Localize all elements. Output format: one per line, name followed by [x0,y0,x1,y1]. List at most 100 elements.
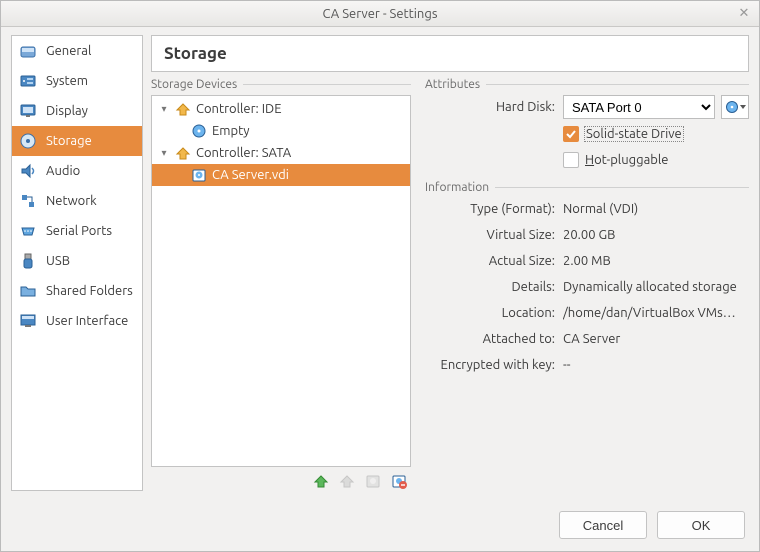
chevron-down-icon: ▾ [158,103,170,115]
page-title: Storage [151,35,749,72]
category-list: General System Display Storage [11,35,143,491]
info-value: -- [563,358,749,372]
attributes-label: Attributes [425,78,749,91]
main-panel: Storage Storage Devices ▾ Co [151,35,749,491]
info-value: 2.00 MB [563,254,749,268]
tree-label: Empty [212,124,250,138]
attributes-column: Attributes Hard Disk: SATA Port 0 [425,78,749,491]
add-controller-button[interactable] [311,471,331,491]
hard-disk-label: Hard Disk: [425,100,563,114]
category-label: Shared Folders [46,284,133,298]
category-display[interactable]: Display [12,96,142,126]
window-title: CA Server - Settings [323,7,438,21]
controller-ide[interactable]: ▾ Controller: IDE [152,98,410,120]
category-usb[interactable]: USB [12,246,142,276]
info-location-row: Location: /home/dan/VirtualBox VMs… [425,302,749,324]
info-label: Attached to: [425,332,563,346]
ssd-label[interactable]: Solid-state Drive [585,127,683,141]
hotplug-row: Hot-pluggable [425,149,749,171]
hotplug-label[interactable]: Hot-pluggable [585,153,668,167]
tree-label: Controller: IDE [196,102,282,116]
info-label: Virtual Size: [425,228,563,242]
category-network[interactable]: Network [12,186,142,216]
category-label: System [46,74,88,88]
info-details-row: Details: Dynamically allocated storage [425,276,749,298]
info-actualsize-row: Actual Size: 2.00 MB [425,250,749,272]
tree-label: CA Server.vdi [212,168,289,182]
info-label: Actual Size: [425,254,563,268]
category-label: User Interface [46,314,128,328]
serial-icon [18,221,38,241]
remove-attachment-button[interactable] [389,471,409,491]
storage-toolbar [151,467,411,491]
divider [486,84,749,85]
category-label: Display [46,104,88,118]
category-audio[interactable]: Audio [12,156,142,186]
storage-tree[interactable]: ▾ Controller: IDE Empty [151,95,411,467]
title-bar: CA Server - Settings ✕ [1,1,759,27]
category-label: USB [46,254,70,268]
media-empty[interactable]: Empty [152,120,410,142]
category-system[interactable]: System [12,66,142,96]
audio-icon [18,161,38,181]
category-label: Serial Ports [46,224,112,238]
info-value: 20.00 GB [563,228,749,242]
info-value: CA Server [563,332,749,346]
info-value: Normal (VDI) [563,202,749,216]
ssd-checkbox[interactable] [563,126,579,142]
cancel-button[interactable]: Cancel [559,511,647,539]
storage-icon [18,131,38,151]
info-type-row: Type (Format): Normal (VDI) [425,198,749,220]
category-label: Storage [46,134,92,148]
controller-sata[interactable]: ▾ Controller: SATA [152,142,410,164]
usb-icon [18,251,38,271]
info-label: Encrypted with key: [425,358,563,372]
disc-icon [190,122,208,140]
category-sharedfolders[interactable]: Shared Folders [12,276,142,306]
controller-icon [174,144,192,162]
group-label-text: Information [425,181,489,194]
category-label: Audio [46,164,80,178]
info-encrypted-row: Encrypted with key: -- [425,354,749,376]
storage-devices-column: Storage Devices ▾ Controller: IDE [151,78,411,491]
harddisk-icon [190,166,208,184]
network-icon [18,191,38,211]
divider [243,84,411,85]
category-serialports[interactable]: Serial Ports [12,216,142,246]
system-icon [18,71,38,91]
dialog-footer: Cancel OK [1,501,759,551]
settings-window: CA Server - Settings ✕ General System [0,0,760,552]
info-virtualsize-row: Virtual Size: 20.00 GB [425,224,749,246]
display-icon [18,101,38,121]
category-label: General [46,44,91,58]
hotplug-checkbox[interactable] [563,152,579,168]
choose-disk-button[interactable] [721,95,749,119]
storage-devices-label: Storage Devices [151,78,411,91]
info-label: Details: [425,280,563,294]
divider [495,187,749,188]
attributes-body: Hard Disk: SATA Port 0 [425,95,749,171]
add-attachment-button[interactable] [363,471,383,491]
info-label: Location: [425,306,563,320]
close-icon[interactable]: ✕ [735,4,753,22]
info-value: Dynamically allocated storage [563,280,749,294]
category-storage[interactable]: Storage [12,126,142,156]
tree-label: Controller: SATA [196,146,291,160]
ok-button[interactable]: OK [657,511,745,539]
page-body: Storage Devices ▾ Controller: IDE [151,72,749,491]
group-label-text: Attributes [425,78,480,91]
category-general[interactable]: General [12,36,142,66]
category-userinterface[interactable]: User Interface [12,306,142,336]
chevron-down-icon: ▾ [158,147,170,159]
ssd-row: Solid-state Drive [425,123,749,145]
information-body: Type (Format): Normal (VDI) Virtual Size… [425,198,749,376]
controller-icon [174,100,192,118]
remove-controller-button[interactable] [337,471,357,491]
hard-disk-row: Hard Disk: SATA Port 0 [425,95,749,119]
information-label: Information [425,181,749,194]
folder-icon [18,281,38,301]
info-value: /home/dan/VirtualBox VMs… [563,306,749,320]
media-ca-server-vdi[interactable]: CA Server.vdi [152,164,410,186]
hard-disk-port-select[interactable]: SATA Port 0 [563,95,715,119]
group-label-text: Storage Devices [151,78,237,91]
